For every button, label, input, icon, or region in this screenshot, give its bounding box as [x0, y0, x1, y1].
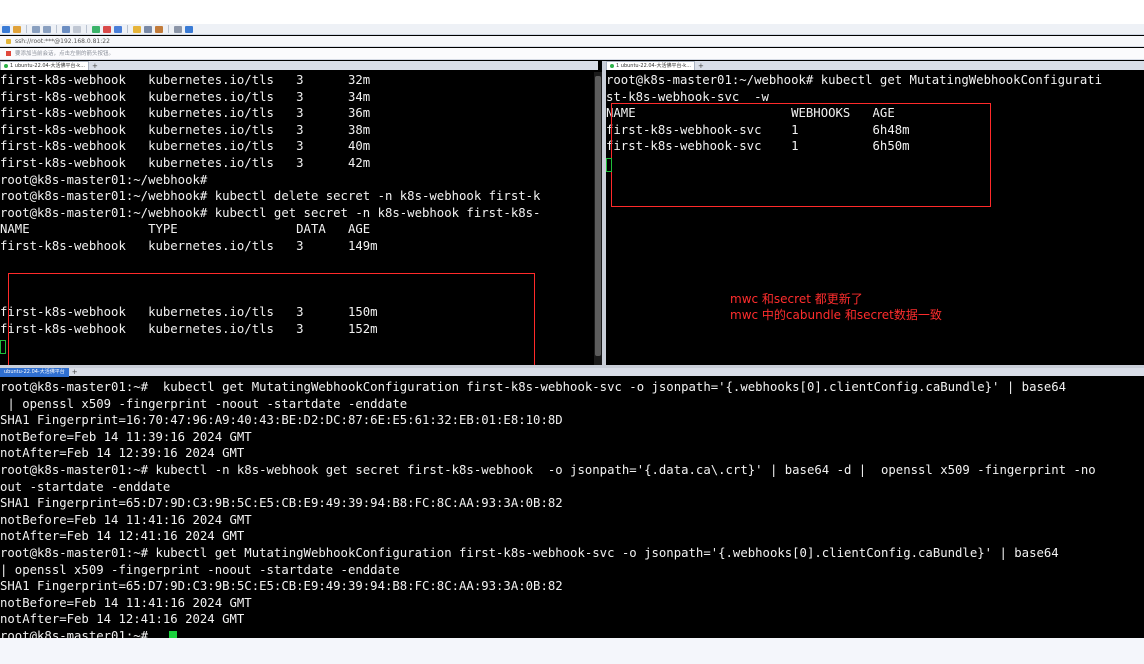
left-scrollbar[interactable]	[594, 72, 602, 365]
copy-icon[interactable]	[32, 25, 40, 33]
terminal-line: SHA1 Fingerprint=65:D7:9D:C3:9B:5C:E5:CB…	[0, 496, 563, 511]
find-icon[interactable]	[62, 25, 70, 33]
terminal-line: root@k8s-master01:~# kubectl -n k8s-webh…	[0, 462, 1096, 477]
right-tab-bar: 1 ubuntu-22.04-大活佛平台-k... +	[606, 61, 1144, 70]
session-status-icon	[4, 64, 8, 68]
terminal-line: SHA1 Fingerprint=65:D7:9D:C3:9B:5C:E5:CB…	[0, 579, 563, 594]
lock-icon[interactable]	[133, 25, 141, 33]
tab-bottom-session[interactable]: ubuntu-22.04-大活佛平台	[0, 367, 69, 377]
right-terminal[interactable]: root@k8s-master01:~/webhook# kubectl get…	[606, 72, 1144, 365]
tab-right-session[interactable]: 1 ubuntu-22.04-大活佛平台-k...	[606, 61, 695, 70]
right-cursor	[606, 158, 612, 172]
terminal-line: notAfter=Feb 14 12:41:16 2024 GMT	[0, 612, 245, 627]
terminal-line: notBefore=Feb 14 11:41:16 2024 GMT	[0, 595, 252, 610]
terminal-line: root@k8s-master01:~/webhook# kubectl get…	[0, 205, 541, 220]
terminal-line: NAME TYPE DATA AGE	[0, 222, 371, 237]
terminal-line: root@k8s-master01:~/webhook# kubectl del…	[0, 189, 541, 204]
terminal-line: notBefore=Feb 14 11:39:16 2024 GMT	[0, 429, 252, 444]
left-tab-bar: 1 ubuntu-22.04-大活佛平台-k... +	[0, 61, 598, 70]
toolbar-separator	[86, 25, 87, 33]
terminal-line: root@k8s-master01:~# kubectl get Mutatin…	[0, 380, 1067, 394]
terminal-line: out -startdate -enddate	[0, 479, 171, 494]
annotation-line: mwc 和secret 都更新了	[730, 292, 863, 306]
address-text: ssh://root:***@192.168.0.81:22	[15, 38, 110, 45]
open-folder-icon[interactable]	[13, 25, 21, 33]
add-tab-button[interactable]: +	[695, 62, 704, 70]
bottom-cursor	[169, 631, 177, 638]
globe-icon[interactable]	[92, 25, 100, 33]
window-icon[interactable]	[174, 25, 182, 33]
left-cursor	[0, 340, 6, 354]
address-bar[interactable]: ssh://root:***@192.168.0.81:22	[0, 36, 1144, 47]
tab-label: 1 ubuntu-22.04-大活佛平台-k...	[616, 62, 691, 69]
terminal-line: notAfter=Feb 14 12:41:16 2024 GMT	[0, 529, 245, 544]
terminal-line: SHA1 Fingerprint=16:70:47:96:A9:40:43:BE…	[0, 413, 563, 428]
tab-label: 1 ubuntu-22.04-大活佛平台-k...	[10, 62, 85, 69]
bottom-terminal[interactable]: root@k8s-master01:~# kubectl get Mutatin…	[0, 379, 1144, 638]
terminal-line: first-k8s-webhook kubernetes.io/tls 3 32…	[0, 73, 371, 87]
bottom-terminal-output: root@k8s-master01:~# kubectl get Mutatin…	[0, 379, 1096, 638]
toolbar-separator	[56, 25, 57, 33]
screen-top-margin	[0, 0, 1144, 24]
terminal-line: first-k8s-webhook kubernetes.io/tls 3 38…	[0, 122, 371, 137]
toolbar-separator	[168, 25, 169, 33]
left-terminal[interactable]: first-k8s-webhook kubernetes.io/tls 3 32…	[0, 72, 594, 365]
address-lock-icon	[6, 39, 11, 44]
bottom-tab-bar: ubuntu-22.04-大活佛平台 +	[0, 367, 1144, 377]
toolbar-separator	[26, 25, 27, 33]
terminal-line: root@k8s-master01:~#	[0, 628, 156, 638]
terminal-line: notBefore=Feb 14 11:41:16 2024 GMT	[0, 512, 252, 527]
bookmark-icon	[6, 51, 11, 56]
hint-text: 要添加当前会话，点击左侧的箭头按钮。	[15, 51, 115, 57]
screen-bottom-margin	[0, 638, 1144, 664]
terminal-line: | openssl x509 -fingerprint -noout -star…	[0, 562, 400, 577]
color-scheme-icon[interactable]	[103, 25, 111, 33]
annotation-line: mwc 中的cabundle 和secret数据一致	[730, 308, 942, 322]
session-status-icon	[610, 64, 614, 68]
layout-icon[interactable]	[155, 25, 163, 33]
add-tab-button[interactable]: +	[89, 62, 98, 70]
tab-left-session[interactable]: 1 ubuntu-22.04-大活佛平台-k...	[0, 61, 89, 70]
terminal-line: root@k8s-master01:~# kubectl get Mutatin…	[0, 545, 1059, 560]
terminal-line: notAfter=Feb 14 12:39:16 2024 GMT	[0, 446, 245, 461]
terminal-line: first-k8s-webhook kubernetes.io/tls 3 34…	[0, 89, 371, 104]
add-tab-button[interactable]: +	[69, 368, 78, 376]
toolbar	[0, 24, 1144, 35]
terminal-line: first-k8s-webhook kubernetes.io/tls 3 42…	[0, 155, 371, 170]
annotation-text: mwc 和secret 都更新了 mwc 中的cabundle 和secret数据…	[730, 291, 942, 323]
terminal-line: | openssl x509 -fingerprint -noout -star…	[0, 396, 408, 411]
red-highlight-box	[611, 103, 991, 207]
session-hint-bar: 要添加当前会话，点击左侧的箭头按钮。	[0, 48, 1144, 60]
xshell-window: ssh://root:***@192.168.0.81:22 要添加当前会话，点…	[0, 24, 1144, 638]
settings-icon[interactable]	[73, 25, 81, 33]
terminal-line: first-k8s-webhook kubernetes.io/tls 3 14…	[0, 238, 378, 253]
terminal-line: root@k8s-master01:~/webhook# kubectl get…	[606, 73, 1103, 87]
terminal-line: root@k8s-master01:~/webhook#	[0, 172, 208, 187]
tab-label: ubuntu-22.04-大活佛平台	[4, 369, 65, 375]
terminal-line: first-k8s-webhook kubernetes.io/tls 3 36…	[0, 106, 371, 121]
left-scrollbar-thumb[interactable]	[595, 76, 601, 356]
paste-icon[interactable]	[43, 25, 51, 33]
red-highlight-box	[8, 273, 535, 365]
transfer-icon[interactable]	[114, 25, 122, 33]
toolbar-separator	[127, 25, 128, 33]
new-session-icon[interactable]	[2, 25, 10, 33]
terminal-line: first-k8s-webhook kubernetes.io/tls 3 40…	[0, 139, 371, 154]
script-icon[interactable]	[144, 25, 152, 33]
help-icon[interactable]	[185, 25, 193, 33]
